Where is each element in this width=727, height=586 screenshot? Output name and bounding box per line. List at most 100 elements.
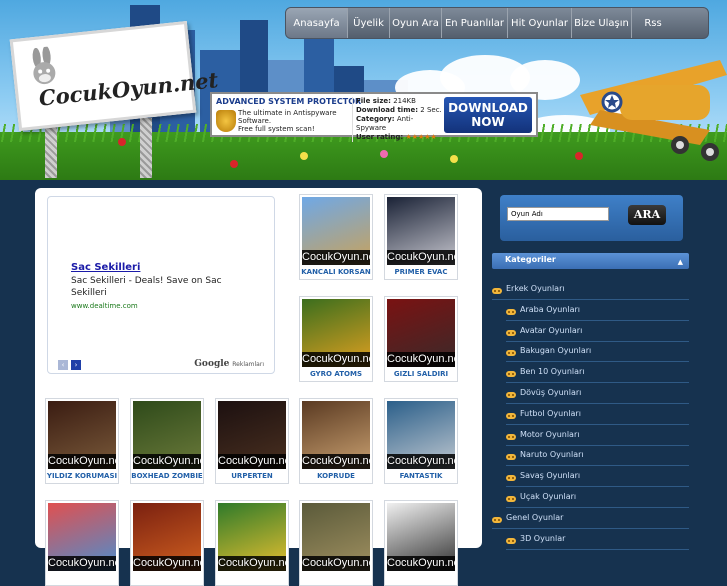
category-label: Motor Oyunları (520, 429, 580, 439)
category-item[interactable]: Futbol Oyunları (506, 405, 689, 425)
category-item[interactable]: 3D Oyunlar (506, 530, 689, 550)
search-input[interactable] (507, 207, 609, 221)
watermark: CocukOyun.net (48, 454, 116, 469)
site-logo[interactable]: CocukOyun.net (9, 20, 219, 132)
category-label: Bakugan Oyunları (520, 346, 592, 356)
game-title[interactable]: ÜRPERTEN (216, 472, 288, 480)
nav-item-6[interactable]: Rss (632, 8, 674, 38)
gamepad-icon (506, 326, 516, 336)
google-logo-text: Google (194, 359, 230, 369)
search-button[interactable]: ARA (628, 205, 666, 225)
game-card[interactable]: CocukOyun.net (299, 500, 373, 586)
game-thumbnail[interactable]: CocukOyun.net (133, 401, 201, 469)
game-card[interactable]: CocukOyun.net (45, 500, 119, 586)
nav-item-0[interactable]: Anasayfa (286, 8, 348, 38)
category-item[interactable]: Araba Oyunları (506, 301, 689, 321)
nav-item-1[interactable]: Üyelik (348, 8, 390, 38)
spec-label: File size: (356, 97, 391, 105)
category-label: Uçak Oyunları (520, 492, 577, 501)
gamepad-icon (506, 534, 516, 544)
game-thumbnail[interactable]: CocukOyun.net (48, 503, 116, 571)
banner-ad-description: The ultimate in Antispyware Software. Fr… (238, 109, 348, 133)
category-item[interactable]: Naruto Oyunları (506, 446, 689, 467)
category-item[interactable]: Avatar Oyunları (506, 322, 689, 342)
category-item[interactable]: Genel Oyunlar (492, 509, 689, 529)
watermark: CocukOyun.net (302, 250, 370, 265)
game-thumbnail[interactable]: CocukOyun.net (302, 401, 370, 469)
airplane-illustration (580, 60, 727, 161)
text-ad-url[interactable]: www.dealtime.com (71, 302, 138, 310)
spec-label: Download time: (356, 106, 419, 114)
download-now-button[interactable]: DOWNLOAD NOW (444, 97, 532, 133)
spec-value: 214KB (393, 97, 416, 105)
game-card[interactable]: CocukOyun.net (384, 500, 458, 586)
nav-item-3[interactable]: En Puanlılar (442, 8, 508, 38)
game-card[interactable]: CocukOyun.net YILDIZ KORUMASI (45, 398, 119, 484)
watermark: CocukOyun.net (387, 250, 455, 265)
game-card[interactable]: CocukOyun.net FANTASTIK (384, 398, 458, 484)
category-label: Savaş Oyunları (520, 471, 581, 481)
game-title[interactable]: GIZLI SALDIRI (385, 370, 457, 378)
gamepad-icon (506, 367, 516, 378)
game-title[interactable]: BOXHEAD ZOMBIE (131, 472, 203, 480)
flower-icon (380, 150, 388, 158)
game-thumbnail[interactable]: CocukOyun.net (387, 299, 455, 367)
game-title[interactable]: YILDIZ KORUMASI (46, 472, 118, 480)
watermark: CocukOyun.net (387, 454, 455, 469)
game-thumbnail[interactable]: CocukOyun.net (387, 197, 455, 265)
gamepad-icon (492, 513, 502, 523)
ad-next-button[interactable]: › (71, 360, 81, 370)
game-card[interactable]: CocukOyun.net GYRO ATOMS (299, 296, 373, 382)
banner-ad[interactable]: ADVANCED SYSTEM PROTECTOR The ultimate i… (210, 92, 538, 142)
banner-ad-desc-line: The ultimate in Antispyware (238, 109, 337, 117)
category-label: 3D Oyunlar (520, 533, 566, 543)
game-title[interactable]: PRIMER EVAC (385, 268, 457, 276)
text-ad-link[interactable]: Sac Sekilleri (71, 262, 140, 273)
game-title[interactable]: GYRO ATOMS (300, 370, 372, 378)
category-label: Dövüş Oyunları (520, 388, 582, 397)
collapse-icon[interactable]: ▲ (678, 255, 683, 269)
text-ad-box: Sac Sekilleri Sac Sekilleri - Deals! Sav… (47, 196, 275, 374)
game-title[interactable]: KÖPRÜDE (300, 472, 372, 480)
category-item[interactable]: Bakugan Oyunları (506, 342, 689, 363)
category-item[interactable]: Uçak Oyunları (506, 488, 689, 508)
game-thumbnail[interactable]: CocukOyun.net (133, 503, 201, 571)
nav-item-5[interactable]: Bize Ulaşın (572, 8, 632, 38)
game-thumbnail[interactable]: CocukOyun.net (302, 503, 370, 571)
search-box: ARA (500, 195, 683, 241)
banner-ad-specs: File size: 214KB Download time: 2 Sec. C… (352, 97, 442, 142)
category-item[interactable]: Savaş Oyunları (506, 467, 689, 488)
game-card[interactable]: CocukOyun.net KANCALI KORSAN (299, 194, 373, 280)
category-item[interactable]: Erkek Oyunları (492, 280, 689, 300)
category-label: Futbol Oyunları (520, 408, 581, 418)
game-thumbnail[interactable]: CocukOyun.net (387, 401, 455, 469)
game-card[interactable]: CocukOyun.net (215, 500, 289, 586)
google-ads-label: Google Reklamları (194, 359, 264, 369)
game-card[interactable]: CocukOyun.net KÖPRÜDE (299, 398, 373, 484)
game-thumbnail[interactable]: CocukOyun.net (302, 299, 370, 367)
game-thumbnail[interactable]: CocukOyun.net (302, 197, 370, 265)
nav-item-2[interactable]: Oyun Ara (390, 8, 442, 38)
game-thumbnail[interactable]: CocukOyun.net (218, 401, 286, 469)
category-item[interactable]: Dövüş Oyunları (506, 384, 689, 404)
download-label: DOWNLOAD (448, 101, 528, 115)
game-thumbnail[interactable]: CocukOyun.net (48, 401, 116, 469)
game-thumbnail[interactable]: CocukOyun.net (387, 503, 455, 571)
ad-prev-button[interactable]: ‹ (58, 360, 68, 370)
gamepad-icon (506, 430, 516, 440)
game-title[interactable]: KANCALI KORSAN (300, 268, 372, 276)
game-card[interactable]: CocukOyun.net BOXHEAD ZOMBIE (130, 398, 204, 484)
game-card[interactable]: CocukOyun.net ÜRPERTEN (215, 398, 289, 484)
main-nav: Anasayfa Üyelik Oyun Ara En Puanlılar Hit Oy… (285, 7, 709, 39)
nav-item-4[interactable]: Hit Oyunlar (508, 8, 572, 38)
category-item[interactable]: Ben 10 Oyunları (506, 363, 689, 384)
game-thumbnail[interactable]: CocukOyun.net (218, 503, 286, 571)
game-card[interactable]: CocukOyun.net (130, 500, 204, 586)
ladybug-icon (118, 138, 126, 146)
spec-label: User rating: (356, 133, 404, 141)
game-title[interactable]: FANTASTIK (385, 472, 457, 480)
game-card[interactable]: CocukOyun.net PRIMER EVAC (384, 194, 458, 280)
game-card[interactable]: CocukOyun.net GIZLI SALDIRI (384, 296, 458, 382)
category-item[interactable]: Motor Oyunları (506, 426, 689, 446)
flower-icon (300, 152, 308, 160)
